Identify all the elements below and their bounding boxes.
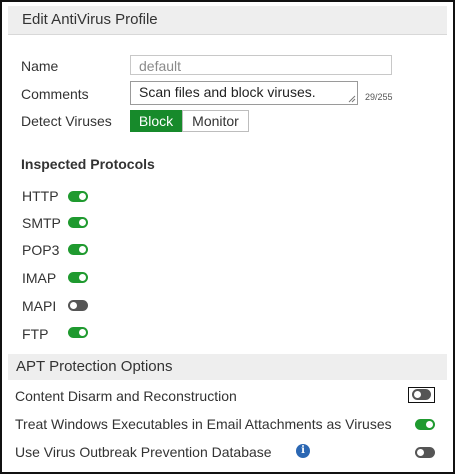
toggle-knob xyxy=(79,219,86,226)
pop3-toggle[interactable] xyxy=(68,244,88,255)
mapi-toggle[interactable] xyxy=(68,300,88,311)
dialog-title: Edit AntiVirus Profile xyxy=(22,11,158,28)
comments-char-counter: 29/255 xyxy=(365,92,393,102)
protocol-label-pop3: POP3 xyxy=(22,242,60,258)
http-toggle[interactable] xyxy=(68,191,88,202)
apt-section-header: APT Protection Options xyxy=(8,354,447,380)
outbreak-db-toggle[interactable] xyxy=(415,447,435,458)
toggle-knob xyxy=(79,274,86,281)
comments-textarea[interactable]: Scan files and block viruses. xyxy=(130,81,358,105)
cdr-toggle-focus-ring xyxy=(408,387,435,403)
protocol-label-imap: IMAP xyxy=(22,270,57,286)
ftp-toggle[interactable] xyxy=(68,327,88,338)
cdr-label: Content Disarm and Reconstruction xyxy=(15,388,237,404)
detect-viruses-label: Detect Viruses xyxy=(21,113,112,129)
dialog-header: Edit AntiVirus Profile xyxy=(8,6,447,35)
protocol-label-mapi: MAPI xyxy=(22,298,57,314)
name-label: Name xyxy=(21,58,59,74)
resize-grip-icon[interactable] xyxy=(348,95,356,103)
protocol-label-ftp: FTP xyxy=(22,326,49,342)
treat-executables-label: Treat Windows Executables in Email Attac… xyxy=(15,416,392,432)
toggle-knob xyxy=(413,391,421,398)
outbreak-db-label: Use Virus Outbreak Prevention Database xyxy=(15,444,272,460)
protocol-label-smtp: SMTP xyxy=(22,215,61,231)
toggle-knob xyxy=(417,449,424,456)
toggle-knob xyxy=(70,302,77,309)
apt-section-title: APT Protection Options xyxy=(16,358,173,375)
name-input-placeholder: default xyxy=(139,58,182,74)
protocol-label-http: HTTP xyxy=(22,188,59,204)
cdr-toggle[interactable] xyxy=(411,389,431,400)
comments-value: Scan files and block viruses. xyxy=(139,84,316,100)
antivirus-profile-dialog: Edit AntiVirus Profile Name default Comm… xyxy=(0,0,455,474)
comments-label: Comments xyxy=(21,86,89,102)
smtp-toggle[interactable] xyxy=(68,217,88,228)
name-input[interactable]: default xyxy=(130,55,392,75)
toggle-knob xyxy=(79,193,86,200)
detect-block-button[interactable]: Block xyxy=(130,110,182,132)
info-icon[interactable]: i xyxy=(296,444,310,458)
treat-executables-toggle[interactable] xyxy=(415,419,435,430)
toggle-knob xyxy=(79,329,86,336)
toggle-knob xyxy=(79,246,86,253)
toggle-knob xyxy=(426,421,433,428)
imap-toggle[interactable] xyxy=(68,272,88,283)
detect-monitor-button[interactable]: Monitor xyxy=(182,110,249,132)
inspected-protocols-title: Inspected Protocols xyxy=(21,156,155,172)
